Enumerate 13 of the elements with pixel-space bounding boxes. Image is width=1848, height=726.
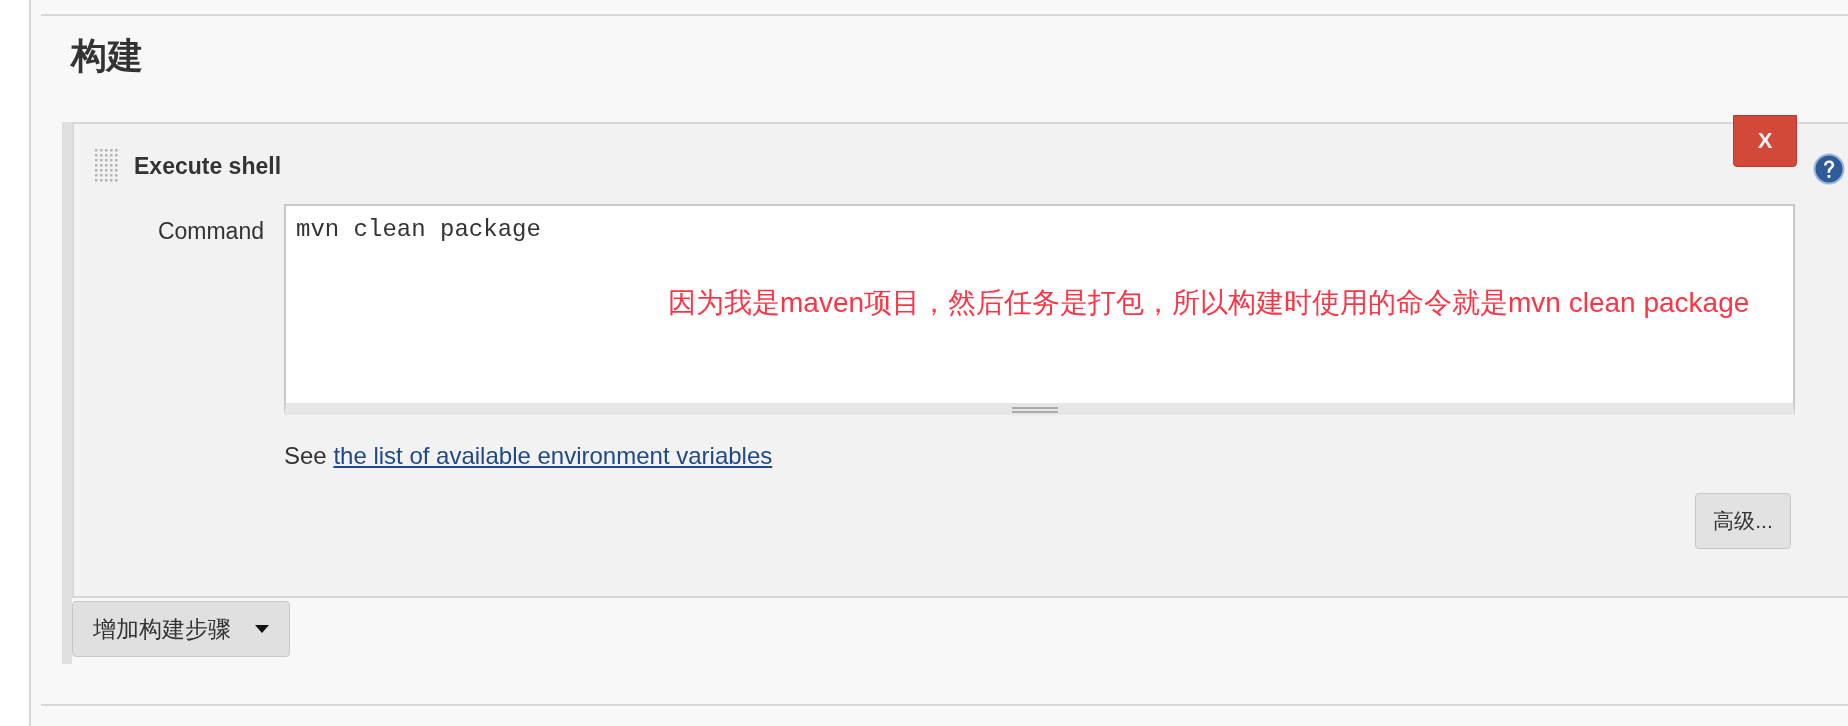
section-title: 构建	[71, 34, 143, 78]
resize-grip-icon[interactable]	[1012, 407, 1058, 413]
annotation-text: 因为我是maven项目，然后任务是打包，所以构建时使用的命令就是mvn clean package	[668, 286, 1750, 320]
env-variables-link[interactable]: the list of available environment variables	[333, 442, 773, 469]
see-text: See	[284, 442, 327, 469]
delete-button[interactable]: X	[1733, 115, 1797, 167]
command-label: Command	[156, 217, 265, 245]
help-icon[interactable]	[1813, 153, 1845, 185]
step-title: Execute shell	[134, 152, 282, 180]
drag-handle-icon[interactable]	[94, 148, 120, 184]
add-build-step-button[interactable]: 增加构建步骤	[72, 601, 290, 657]
caret-icon	[255, 625, 269, 633]
advanced-button[interactable]: 高级...	[1695, 493, 1791, 549]
